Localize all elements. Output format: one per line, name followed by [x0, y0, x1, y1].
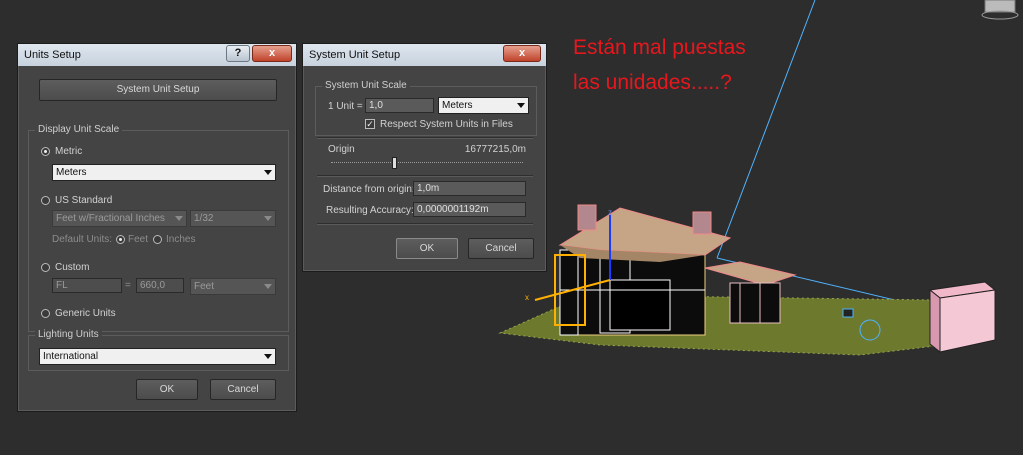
- custom-name-field[interactable]: FL: [52, 278, 122, 293]
- generic-units-label: Generic Units: [55, 308, 116, 319]
- respect-units-label: Respect System Units in Files: [380, 119, 513, 130]
- close-button[interactable]: x: [252, 45, 292, 62]
- chevron-down-icon: [517, 103, 525, 108]
- custom-unit-value: Feet: [194, 281, 215, 292]
- distance-label: Distance from origin:: [323, 184, 415, 195]
- divider: [317, 175, 533, 177]
- system-unit-setup-dialog: System Unit Setup x System Unit Scale 1 …: [302, 43, 547, 272]
- annotation-line-1: Están mal puestas: [573, 36, 746, 59]
- ok-button[interactable]: OK: [136, 379, 198, 400]
- distance-field[interactable]: 1,0m: [413, 181, 526, 196]
- system-unit-select[interactable]: Meters: [438, 97, 529, 114]
- metric-radio[interactable]: [41, 147, 50, 156]
- system-unit-setup-button[interactable]: System Unit Setup: [39, 79, 277, 101]
- feet-label: Feet: [128, 234, 149, 245]
- units-setup-dialog: Units Setup ? x System Unit Setup Displa…: [17, 43, 297, 412]
- close-button[interactable]: x: [503, 45, 541, 62]
- chimney-left: [577, 204, 597, 231]
- inches-label: Inches: [166, 234, 196, 245]
- chevron-down-icon: [264, 284, 272, 289]
- default-units-label: Default Units:: [52, 234, 113, 245]
- custom-unit-select[interactable]: Feet: [190, 278, 276, 295]
- origin-value: 16777215,0m: [464, 144, 526, 155]
- lighting-units-value: International: [43, 351, 99, 362]
- chimney-right: [692, 211, 712, 235]
- custom-label: Custom: [55, 262, 90, 273]
- custom-amount-field[interactable]: 660,0: [136, 278, 184, 293]
- custom-amount-value: 660,0: [140, 280, 166, 291]
- units-setup-titlebar[interactable]: Units Setup ? x: [18, 44, 296, 66]
- generic-units-radio[interactable]: [41, 309, 50, 318]
- one-unit-field[interactable]: 1,0: [365, 98, 434, 113]
- us-standard-radio[interactable]: [41, 196, 50, 205]
- ok-button[interactable]: OK: [396, 238, 458, 259]
- accuracy-field[interactable]: 0,0000001192m: [413, 202, 526, 217]
- fraction-select[interactable]: 1/32: [190, 210, 276, 227]
- fraction-select-value: 1/32: [194, 213, 214, 224]
- chevron-down-icon: [264, 354, 272, 359]
- chevron-down-icon: [264, 216, 272, 221]
- annotation-line-2: las unidades.....?: [573, 71, 732, 94]
- feet-radio[interactable]: [116, 235, 125, 244]
- axis-x-label: x: [525, 293, 529, 302]
- units-setup-title: Units Setup: [24, 49, 81, 61]
- chevron-down-icon: [264, 170, 272, 175]
- us-standard-label: US Standard: [55, 195, 113, 206]
- equals-label: =: [125, 280, 131, 291]
- axis-z-label: z: [608, 208, 612, 217]
- metric-label: Metric: [55, 146, 83, 157]
- us-standard-select[interactable]: Feet w/Fractional Inches: [52, 210, 187, 227]
- system-unit-scale-label: System Unit Scale: [322, 80, 410, 91]
- display-unit-scale-label: Display Unit Scale: [35, 124, 123, 135]
- us-standard-select-value: Feet w/Fractional Inches: [56, 213, 165, 224]
- one-unit-value: 1,0: [369, 100, 383, 111]
- accuracy-value: 0,0000001192m: [417, 204, 489, 215]
- cancel-button[interactable]: Cancel: [468, 238, 534, 259]
- origin-slider-track[interactable]: [331, 162, 523, 163]
- metric-select-value: Meters: [56, 167, 87, 178]
- divider: [317, 137, 533, 139]
- inches-radio[interactable]: [153, 235, 162, 244]
- system-unit-setup-titlebar[interactable]: System Unit Setup x: [303, 44, 546, 66]
- origin-slider-handle[interactable]: [392, 157, 397, 169]
- lighting-units-select[interactable]: International: [39, 348, 276, 365]
- distance-value: 1,0m: [417, 183, 440, 194]
- custom-name-value: FL: [56, 280, 68, 291]
- viewcube: [984, 0, 1016, 13]
- accuracy-label: Resulting Accuracy:: [326, 205, 414, 216]
- divider: [317, 223, 533, 225]
- custom-radio[interactable]: [41, 263, 50, 272]
- respect-units-checkbox[interactable]: ✓: [365, 119, 375, 129]
- chevron-down-icon: [175, 216, 183, 221]
- origin-label: Origin: [328, 144, 355, 155]
- porch-roof: [704, 261, 797, 286]
- help-button[interactable]: ?: [226, 45, 250, 62]
- system-unit-value: Meters: [442, 100, 473, 111]
- one-unit-label: 1 Unit =: [328, 101, 363, 112]
- lighting-units-label: Lighting Units: [35, 329, 102, 340]
- display-unit-scale-group: Display Unit Scale: [28, 124, 289, 332]
- system-unit-setup-title: System Unit Setup: [309, 49, 401, 61]
- metric-select[interactable]: Meters: [52, 164, 276, 181]
- cancel-button[interactable]: Cancel: [210, 379, 276, 400]
